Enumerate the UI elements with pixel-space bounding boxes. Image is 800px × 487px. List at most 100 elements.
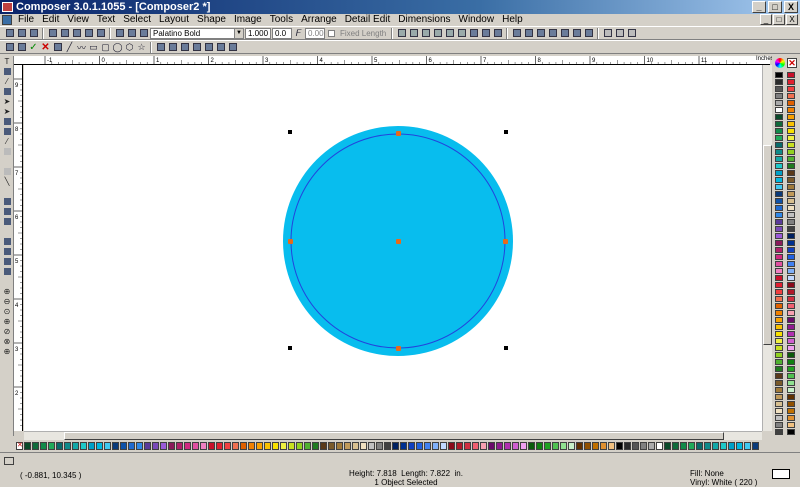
- color-swatch[interactable]: [775, 380, 783, 386]
- color-swatch[interactable]: [787, 254, 795, 260]
- color-swatch[interactable]: [424, 442, 431, 450]
- color-swatch[interactable]: [392, 442, 399, 450]
- color-swatch[interactable]: [544, 442, 551, 450]
- slant-icon[interactable]: 𝐹: [293, 28, 304, 39]
- zoom-2x-icon[interactable]: ⊕: [1, 346, 13, 356]
- color-swatch[interactable]: [787, 198, 795, 204]
- color-swatch[interactable]: [520, 442, 527, 450]
- color-swatch[interactable]: [787, 93, 795, 99]
- mirror-icon[interactable]: [547, 28, 558, 39]
- color-swatch[interactable]: [775, 296, 783, 302]
- color-swatch[interactable]: [512, 442, 519, 450]
- weld-icon[interactable]: [155, 42, 166, 53]
- color-swatch[interactable]: [775, 394, 783, 400]
- no-color-swatch[interactable]: ✕: [16, 442, 23, 450]
- color-swatch[interactable]: [528, 442, 535, 450]
- zoom-selection-icon[interactable]: ⊘: [1, 326, 13, 336]
- color-swatch[interactable]: [496, 442, 503, 450]
- maximize-button[interactable]: □: [768, 1, 782, 13]
- color-swatch[interactable]: [352, 442, 359, 450]
- color-swatch[interactable]: [787, 429, 795, 435]
- color-swatch[interactable]: [787, 184, 795, 190]
- vertical-scroll-thumb[interactable]: [763, 145, 772, 345]
- color-swatch[interactable]: [736, 442, 743, 450]
- color-swatch[interactable]: [787, 261, 795, 267]
- trim-icon[interactable]: [167, 42, 178, 53]
- color-swatch[interactable]: [787, 135, 795, 141]
- color-swatch[interactable]: [775, 114, 783, 120]
- color-swatch[interactable]: [176, 442, 183, 450]
- color-swatch[interactable]: [787, 156, 795, 162]
- minimize-button[interactable]: _: [752, 1, 766, 13]
- color-swatch[interactable]: [136, 442, 143, 450]
- color-swatch[interactable]: [328, 442, 335, 450]
- color-swatch[interactable]: [775, 86, 783, 92]
- color-swatch[interactable]: [168, 442, 175, 450]
- color-swatch[interactable]: [248, 442, 255, 450]
- color-swatch[interactable]: [787, 373, 795, 379]
- menu-select[interactable]: Select: [119, 14, 155, 26]
- color-swatch[interactable]: [775, 387, 783, 393]
- color-swatch[interactable]: [787, 177, 795, 183]
- center-icon[interactable]: [535, 28, 546, 39]
- outline-icon[interactable]: [227, 42, 238, 53]
- color-swatch[interactable]: [787, 142, 795, 148]
- color-swatch[interactable]: [184, 442, 191, 450]
- new-icon[interactable]: [4, 28, 15, 39]
- color-swatch[interactable]: [360, 442, 367, 450]
- color-swatch[interactable]: [504, 442, 511, 450]
- color-swatch[interactable]: [464, 442, 471, 450]
- color-swatch[interactable]: [787, 121, 795, 127]
- color-swatch[interactable]: [787, 338, 795, 344]
- color-swatch[interactable]: [787, 128, 795, 134]
- color-swatch[interactable]: [264, 442, 271, 450]
- color-swatch[interactable]: [632, 442, 639, 450]
- color-swatch[interactable]: [696, 442, 703, 450]
- color-swatch[interactable]: [32, 442, 39, 450]
- color-swatch[interactable]: [787, 240, 795, 246]
- color-swatch[interactable]: [480, 442, 487, 450]
- color-swatch[interactable]: [775, 79, 783, 85]
- color-swatch[interactable]: [728, 442, 735, 450]
- color-swatch[interactable]: [787, 275, 795, 281]
- cut-icon[interactable]: [47, 28, 58, 39]
- color-swatch[interactable]: [672, 442, 679, 450]
- color-swatch[interactable]: [787, 233, 795, 239]
- node-bottom[interactable]: [396, 346, 401, 351]
- color-swatch[interactable]: [608, 442, 615, 450]
- columns-icon[interactable]: [492, 28, 503, 39]
- color-swatch[interactable]: [775, 268, 783, 274]
- color-swatch[interactable]: [384, 442, 391, 450]
- color-swatch[interactable]: [775, 401, 783, 407]
- color-swatch[interactable]: [232, 442, 239, 450]
- menu-shape[interactable]: Shape: [193, 14, 230, 26]
- color-swatch[interactable]: [775, 429, 783, 435]
- color-swatch[interactable]: [787, 331, 795, 337]
- color-swatch[interactable]: [787, 387, 795, 393]
- color-swatch[interactable]: [56, 442, 63, 450]
- color-swatch[interactable]: [775, 198, 783, 204]
- color-swatch[interactable]: [152, 442, 159, 450]
- color-swatch[interactable]: [787, 72, 795, 78]
- menu-layout[interactable]: Layout: [155, 14, 193, 26]
- node-edit-icon[interactable]: [4, 42, 15, 53]
- color-swatch[interactable]: [775, 240, 783, 246]
- slant-input[interactable]: 0.00: [305, 27, 325, 39]
- color-swatch[interactable]: [112, 442, 119, 450]
- color-swatch[interactable]: [432, 442, 439, 450]
- color-swatch[interactable]: [128, 442, 135, 450]
- open-icon[interactable]: [16, 28, 27, 39]
- color-swatch[interactable]: [208, 442, 215, 450]
- color-swatch[interactable]: [775, 289, 783, 295]
- redo-icon[interactable]: [95, 28, 106, 39]
- line-style-icon[interactable]: [602, 28, 613, 39]
- color-swatch[interactable]: [288, 442, 295, 450]
- color-swatch[interactable]: [775, 275, 783, 281]
- horizontal-scrollbar[interactable]: [24, 431, 762, 440]
- color-swatch[interactable]: [775, 345, 783, 351]
- color-wheel-icon[interactable]: [775, 58, 785, 68]
- color-swatch[interactable]: [787, 394, 795, 400]
- color-swatch[interactable]: [104, 442, 111, 450]
- copy-icon[interactable]: [59, 28, 70, 39]
- paste-icon[interactable]: [71, 28, 82, 39]
